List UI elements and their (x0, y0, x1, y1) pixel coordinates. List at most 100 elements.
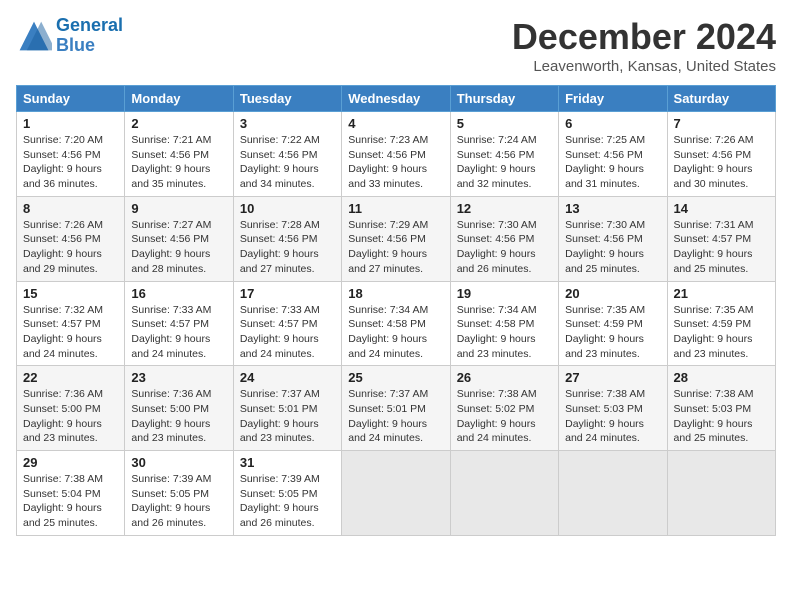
day-of-week-header: Wednesday (342, 86, 450, 112)
day-info: Sunrise: 7:33 AMSunset: 4:57 PMDaylight:… (240, 303, 335, 362)
calendar-day-cell: 19 Sunrise: 7:34 AMSunset: 4:58 PMDayligh… (450, 281, 558, 366)
day-info: Sunrise: 7:27 AMSunset: 4:56 PMDaylight:… (131, 218, 226, 277)
calendar-day-cell: 12 Sunrise: 7:30 AMSunset: 4:56 PMDayligh… (450, 196, 558, 281)
day-of-week-header: Tuesday (233, 86, 341, 112)
calendar-day-cell: 28Sunrise: 7:38 AMSunset: 5:03 PMDayligh… (667, 366, 775, 451)
calendar-day-cell: 29Sunrise: 7:38 AMSunset: 5:04 PMDayligh… (17, 451, 125, 536)
day-info: Sunrise: 7:35 AMSunset: 4:59 PMDaylight:… (565, 303, 660, 362)
calendar-day-cell: 14Sunrise: 7:31 AMSunset: 4:57 PMDayligh… (667, 196, 775, 281)
day-info: Sunrise: 7:34 AMSunset: 4:58 PMDaylight:… (348, 303, 443, 362)
calendar-day-cell: 2Sunrise: 7:21 AMSunset: 4:56 PMDaylight… (125, 112, 233, 197)
calendar-day-cell (667, 451, 775, 536)
calendar-day-cell: 3Sunrise: 7:22 AMSunset: 4:56 PMDaylight… (233, 112, 341, 197)
day-number: 22 (23, 370, 118, 385)
calendar-day-cell: 9Sunrise: 7:27 AMSunset: 4:56 PMDaylight… (125, 196, 233, 281)
calendar-day-cell (559, 451, 667, 536)
day-of-week-header: Friday (559, 86, 667, 112)
day-of-week-header: Sunday (17, 86, 125, 112)
day-number: 4 (348, 116, 443, 131)
day-number: 31 (240, 455, 335, 470)
calendar-day-cell: 10 Sunrise: 7:28 AMSunset: 4:56 PMDayligh… (233, 196, 341, 281)
day-number: 30 (131, 455, 226, 470)
calendar-day-cell: 17 Sunrise: 7:33 AMSunset: 4:57 PMDayligh… (233, 281, 341, 366)
day-info: Sunrise: 7:34 AMSunset: 4:58 PMDaylight:… (457, 303, 552, 362)
calendar-week-row: 22 Sunrise: 7:36 AMSunset: 5:00 PMDayligh… (17, 366, 776, 451)
day-info: Sunrise: 7:22 AMSunset: 4:56 PMDaylight:… (240, 133, 335, 192)
day-number: 2 (131, 116, 226, 131)
day-number: 12 (457, 201, 552, 216)
calendar-day-cell: 16Sunrise: 7:33 AMSunset: 4:57 PMDayligh… (125, 281, 233, 366)
day-number: 26 (457, 370, 552, 385)
day-info: Sunrise: 7:32 AMSunset: 4:57 PMDaylight:… (23, 303, 118, 362)
day-info: Sunrise: 7:30 AMSunset: 4:56 PMDaylight:… (565, 218, 660, 277)
day-number: 5 (457, 116, 552, 131)
calendar-day-cell: 5 Sunrise: 7:24 AMSunset: 4:56 PMDaylight… (450, 112, 558, 197)
logo-line1: General (56, 15, 123, 35)
title-block: December 2024 Leavenworth, Kansas, Unite… (512, 16, 776, 75)
day-info: Sunrise: 7:26 AMSunset: 4:56 PMDaylight:… (674, 133, 769, 192)
day-info: Sunrise: 7:30 AMSunset: 4:56 PMDaylight:… (457, 218, 552, 277)
calendar-day-cell: 6 Sunrise: 7:25 AMSunset: 4:56 PMDaylight… (559, 112, 667, 197)
day-info: Sunrise: 7:25 AMSunset: 4:56 PMDaylight:… (565, 133, 660, 192)
day-info: Sunrise: 7:33 AMSunset: 4:57 PMDaylight:… (131, 303, 226, 362)
calendar-week-row: 15Sunrise: 7:32 AMSunset: 4:57 PMDayligh… (17, 281, 776, 366)
day-number: 27 (565, 370, 660, 385)
calendar-day-cell: 23 Sunrise: 7:36 AMSunset: 5:00 PMDayligh… (125, 366, 233, 451)
day-info: Sunrise: 7:39 AMSunset: 5:05 PMDaylight:… (240, 472, 335, 531)
day-info: Sunrise: 7:39 AMSunset: 5:05 PMDaylight:… (131, 472, 226, 531)
day-number: 21 (674, 286, 769, 301)
logo-text: General Blue (56, 16, 123, 56)
day-info: Sunrise: 7:28 AMSunset: 4:56 PMDaylight:… (240, 218, 335, 277)
day-number: 19 (457, 286, 552, 301)
day-info: Sunrise: 7:29 AMSunset: 4:56 PMDaylight:… (348, 218, 443, 277)
calendar-day-cell: 13 Sunrise: 7:30 AMSunset: 4:56 PMDayligh… (559, 196, 667, 281)
month-title: December 2024 (512, 16, 776, 58)
page-header: General Blue December 2024 Leavenworth, … (16, 16, 776, 75)
day-info: Sunrise: 7:37 AMSunset: 5:01 PMDaylight:… (348, 387, 443, 446)
day-number: 17 (240, 286, 335, 301)
day-info: Sunrise: 7:36 AMSunset: 5:00 PMDaylight:… (23, 387, 118, 446)
logo: General Blue (16, 16, 123, 56)
day-number: 23 (131, 370, 226, 385)
day-number: 29 (23, 455, 118, 470)
day-number: 1 (23, 116, 118, 131)
calendar-week-row: 1Sunrise: 7:20 AMSunset: 4:56 PMDaylight… (17, 112, 776, 197)
day-info: Sunrise: 7:38 AMSunset: 5:03 PMDaylight:… (565, 387, 660, 446)
day-number: 25 (348, 370, 443, 385)
calendar-week-row: 8Sunrise: 7:26 AMSunset: 4:56 PMDaylight… (17, 196, 776, 281)
calendar-day-cell: 30 Sunrise: 7:39 AMSunset: 5:05 PMDayligh… (125, 451, 233, 536)
day-number: 13 (565, 201, 660, 216)
day-info: Sunrise: 7:38 AMSunset: 5:02 PMDaylight:… (457, 387, 552, 446)
calendar-day-cell: 31 Sunrise: 7:39 AMSunset: 5:05 PMDayligh… (233, 451, 341, 536)
location: Leavenworth, Kansas, United States (512, 58, 776, 75)
day-info: Sunrise: 7:24 AMSunset: 4:56 PMDaylight:… (457, 133, 552, 192)
calendar-week-row: 29Sunrise: 7:38 AMSunset: 5:04 PMDayligh… (17, 451, 776, 536)
calendar-day-cell: 24 Sunrise: 7:37 AMSunset: 5:01 PMDayligh… (233, 366, 341, 451)
day-number: 6 (565, 116, 660, 131)
day-number: 11 (348, 201, 443, 216)
day-number: 24 (240, 370, 335, 385)
calendar-day-cell: 20 Sunrise: 7:35 AMSunset: 4:59 PMDayligh… (559, 281, 667, 366)
day-info: Sunrise: 7:36 AMSunset: 5:00 PMDaylight:… (131, 387, 226, 446)
logo-line2: Blue (56, 35, 95, 55)
day-number: 7 (674, 116, 769, 131)
calendar-day-cell: 22 Sunrise: 7:36 AMSunset: 5:00 PMDayligh… (17, 366, 125, 451)
calendar-day-cell: 25 Sunrise: 7:37 AMSunset: 5:01 PMDayligh… (342, 366, 450, 451)
day-number: 20 (565, 286, 660, 301)
calendar-day-cell: 1Sunrise: 7:20 AMSunset: 4:56 PMDaylight… (17, 112, 125, 197)
calendar-day-cell: 26 Sunrise: 7:38 AMSunset: 5:02 PMDayligh… (450, 366, 558, 451)
day-number: 10 (240, 201, 335, 216)
calendar-table: SundayMondayTuesdayWednesdayThursdayFrid… (16, 85, 776, 536)
day-info: Sunrise: 7:35 AMSunset: 4:59 PMDaylight:… (674, 303, 769, 362)
logo-icon (16, 18, 52, 54)
calendar-day-cell: 8Sunrise: 7:26 AMSunset: 4:56 PMDaylight… (17, 196, 125, 281)
day-of-week-header: Saturday (667, 86, 775, 112)
day-info: Sunrise: 7:23 AMSunset: 4:56 PMDaylight:… (348, 133, 443, 192)
day-number: 14 (674, 201, 769, 216)
calendar-header-row: SundayMondayTuesdayWednesdayThursdayFrid… (17, 86, 776, 112)
calendar-day-cell: 15Sunrise: 7:32 AMSunset: 4:57 PMDayligh… (17, 281, 125, 366)
day-number: 8 (23, 201, 118, 216)
calendar-day-cell: 4 Sunrise: 7:23 AMSunset: 4:56 PMDaylight… (342, 112, 450, 197)
calendar-day-cell: 11 Sunrise: 7:29 AMSunset: 4:56 PMDayligh… (342, 196, 450, 281)
day-info: Sunrise: 7:37 AMSunset: 5:01 PMDaylight:… (240, 387, 335, 446)
